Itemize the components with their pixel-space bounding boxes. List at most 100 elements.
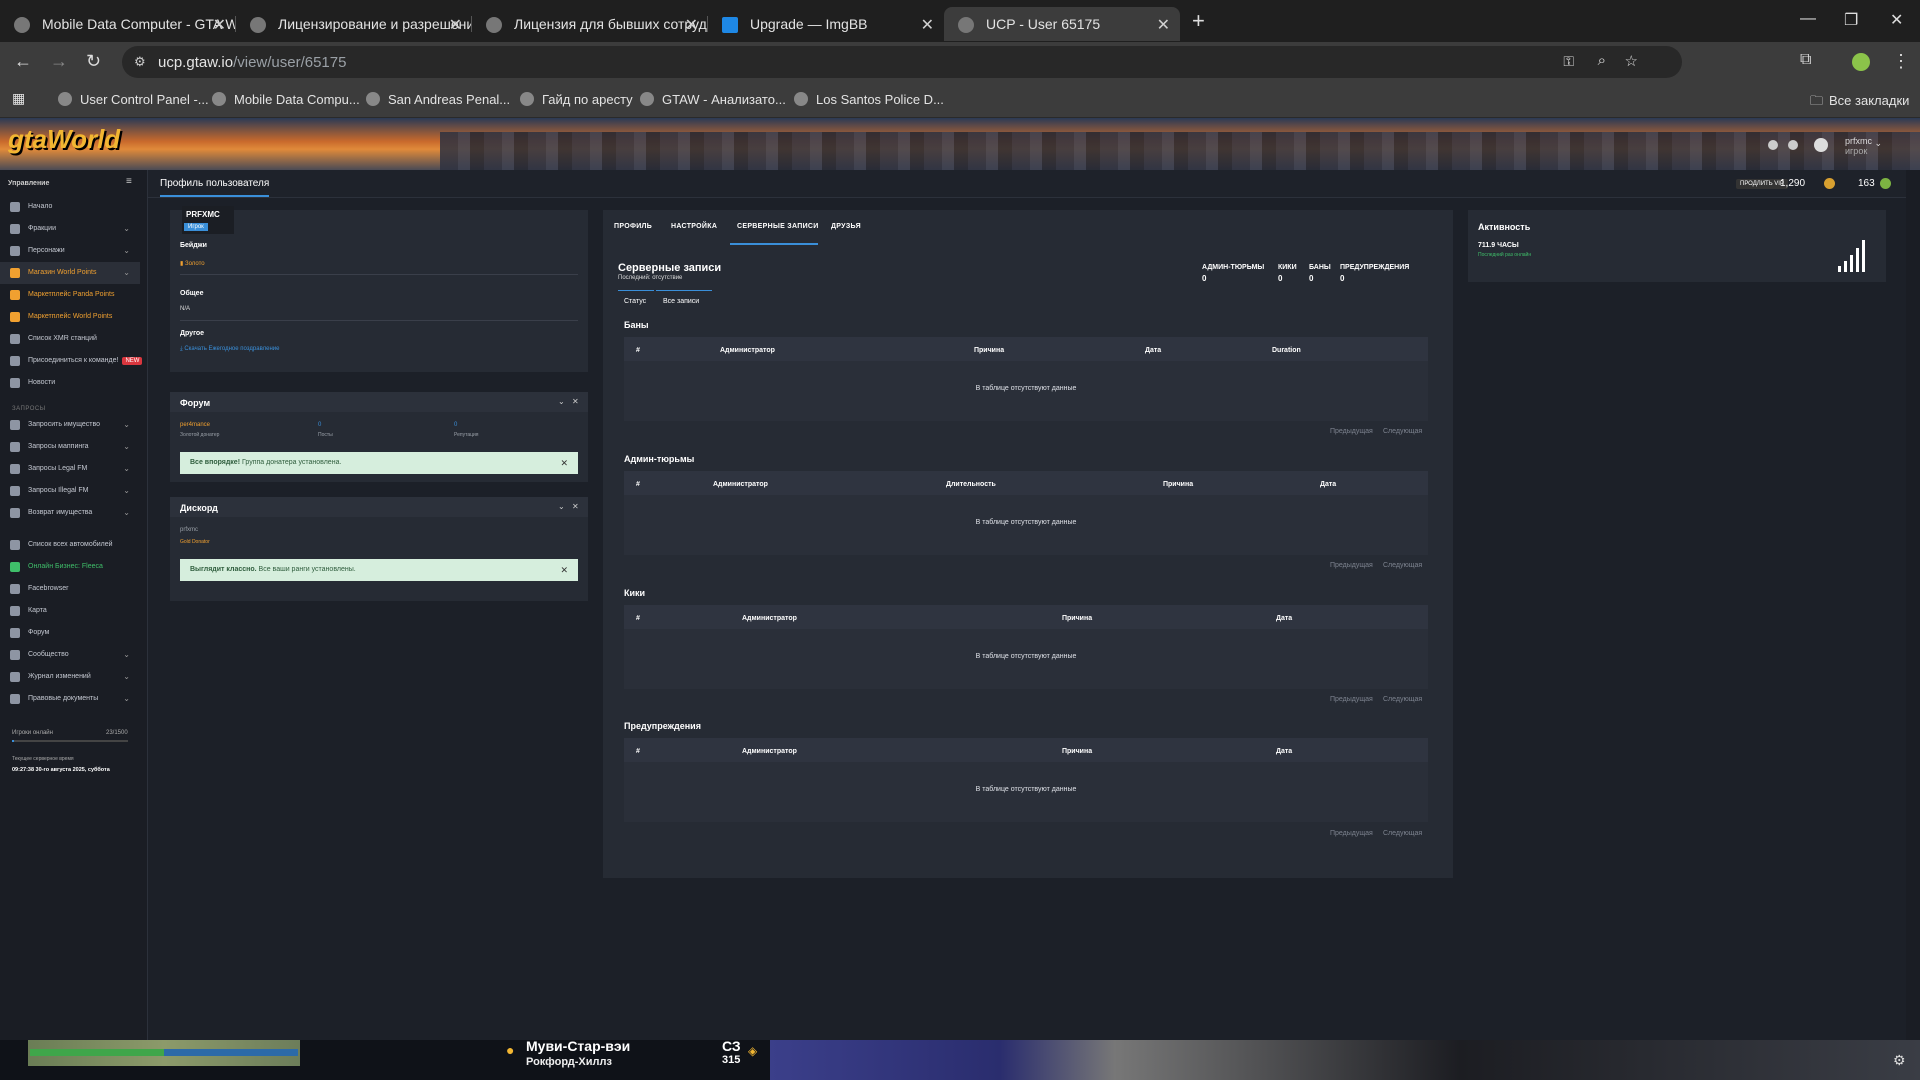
- sidebar-item-facebrowser[interactable]: Facebrowser: [0, 578, 140, 600]
- bookmark-ucp[interactable]: User Control Panel -...: [58, 92, 209, 107]
- sidebar-item-wp-shop[interactable]: Магазин World Points ⌄: [0, 262, 140, 284]
- sidebar-item-home[interactable]: Начало: [0, 196, 140, 218]
- sidebar-item-join-team[interactable]: Присоединиться к команде! NEW: [0, 350, 143, 372]
- close-icon[interactable]: ✕: [572, 397, 579, 406]
- site-info-icon[interactable]: ⚙: [134, 54, 146, 70]
- bookmark-arrest-guide[interactable]: Гайд по аресту: [520, 92, 633, 107]
- chevron-down-icon[interactable]: ⌄: [1874, 138, 1882, 149]
- close-tab-icon[interactable]: ✕: [685, 15, 698, 35]
- col-header[interactable]: Причина: [1163, 481, 1193, 488]
- col-header[interactable]: Duration: [1272, 347, 1301, 354]
- sidebar-item-panda-market[interactable]: Маркетплейс Panda Points: [0, 284, 140, 306]
- profile-avatar[interactable]: [1852, 53, 1870, 71]
- sidebar-item-fleeca[interactable]: Онлайн Бизнес: Fleeca: [0, 556, 140, 578]
- col-header[interactable]: Дата: [1320, 481, 1336, 488]
- forward-icon[interactable]: →: [50, 51, 68, 72]
- browser-tab-imgbb[interactable]: Upgrade — ImgBB ✕: [708, 7, 944, 41]
- col-header[interactable]: #: [636, 347, 640, 354]
- bookmark-mdc[interactable]: Mobile Data Compu...: [212, 92, 360, 107]
- sidebar-item-factions[interactable]: Фракции ⌄: [0, 218, 140, 240]
- col-header[interactable]: #: [636, 481, 640, 488]
- sidebar-item-illegal-fm[interactable]: Запросы Illegal FM ⌄: [0, 480, 140, 502]
- col-header[interactable]: Администратор: [742, 615, 797, 622]
- col-header[interactable]: Причина: [1062, 615, 1092, 622]
- close-tab-icon[interactable]: ✕: [449, 15, 462, 35]
- browser-tab-mdc[interactable]: Mobile Data Computer - GTA W ✕: [0, 7, 236, 41]
- sidebar-item-xmr[interactable]: Список XMR станций: [0, 328, 140, 350]
- all-bookmarks[interactable]: 🗀 Все закладки: [1810, 92, 1909, 114]
- settings-icon[interactable]: [1768, 140, 1778, 150]
- settings-gear-icon[interactable]: ⚙: [1893, 1052, 1906, 1069]
- col-header[interactable]: Причина: [1062, 748, 1092, 755]
- close-icon[interactable]: ✕: [572, 502, 579, 511]
- tab-server-records[interactable]: СЕРВЕРНЫЕ ЗАПИСИ: [737, 223, 819, 230]
- sidebar-item-characters[interactable]: Персонажи ⌄: [0, 240, 140, 262]
- sidebar-item-map[interactable]: Карта: [0, 600, 140, 622]
- menu-kebab-icon[interactable]: ⋮: [1892, 51, 1910, 72]
- extensions-icon[interactable]: ⧉: [1800, 51, 1811, 69]
- notifications-bell-icon[interactable]: [1788, 140, 1798, 150]
- col-header[interactable]: Причина: [974, 347, 1004, 354]
- col-header[interactable]: Длительность: [946, 481, 996, 488]
- tab-settings[interactable]: НАСТРОЙКА: [671, 223, 717, 230]
- restore-icon[interactable]: ❐: [1844, 10, 1858, 30]
- zoom-icon[interactable]: ⌕: [1598, 52, 1606, 69]
- close-window-icon[interactable]: ✕: [1890, 10, 1903, 30]
- prev-page-button[interactable]: Предыдущая: [1330, 562, 1373, 569]
- address-bar[interactable]: ⚙ ucp.gtaw.io/view/user/65175 ⚿ ⌕ ☆: [122, 46, 1682, 78]
- next-page-button[interactable]: Следующая: [1383, 562, 1422, 569]
- col-header[interactable]: Дата: [1276, 748, 1292, 755]
- col-header[interactable]: Дата: [1145, 347, 1161, 354]
- browser-tab-license[interactable]: Лицензия для бывших сотруд ✕: [472, 7, 708, 41]
- sidebar-item-vehicles[interactable]: Список всех автомобилей: [0, 534, 140, 556]
- new-tab-icon[interactable]: +: [1192, 8, 1205, 34]
- user-menu[interactable]: prfxmc игрок: [1845, 136, 1872, 156]
- next-page-button[interactable]: Следующая: [1383, 696, 1422, 703]
- bookmark-penal[interactable]: San Andreas Penal...: [366, 92, 510, 107]
- tab-friends[interactable]: ДРУЗЬЯ: [831, 223, 861, 230]
- sidebar-item-legal-fm[interactable]: Запросы Legal FM ⌄: [0, 458, 140, 480]
- minimize-icon[interactable]: —: [1800, 10, 1816, 28]
- sidebar-item-legal-docs[interactable]: Правовые документы ⌄: [0, 688, 140, 710]
- bookmark-analyzer[interactable]: GTAW - Анализато...: [640, 92, 786, 107]
- apps-grid-icon[interactable]: ▦: [12, 90, 25, 107]
- collapse-icon[interactable]: ⌄: [558, 397, 565, 406]
- col-header[interactable]: #: [636, 615, 640, 622]
- sidebar-item-request-property[interactable]: Запросить имущество ⌄: [0, 414, 140, 436]
- sidebar-item-changelog[interactable]: Журнал изменений ⌄: [0, 666, 140, 688]
- col-header[interactable]: #: [636, 748, 640, 755]
- page-scrollbar[interactable]: [1906, 170, 1920, 1040]
- next-page-button[interactable]: Следующая: [1383, 830, 1422, 837]
- browser-tab-ucp[interactable]: UCP - User 65175 ✕: [944, 7, 1180, 41]
- col-header[interactable]: Администратор: [720, 347, 775, 354]
- gtaw-logo[interactable]: gtaWorld: [8, 124, 120, 155]
- bookmark-star-icon[interactable]: ☆: [1625, 52, 1638, 70]
- reload-icon[interactable]: ↻: [86, 51, 101, 72]
- close-tab-icon[interactable]: ✕: [1157, 15, 1170, 35]
- forum-username[interactable]: per4mance: [180, 422, 210, 428]
- back-icon[interactable]: ←: [14, 51, 32, 72]
- prev-page-button[interactable]: Предыдущая: [1330, 830, 1373, 837]
- bookmark-lspd[interactable]: Los Santos Police D...: [794, 92, 944, 107]
- browser-tab-licensing[interactable]: Лицензирование и разрешени ✕: [236, 7, 472, 41]
- collapse-icon[interactable]: ⌄: [558, 502, 565, 511]
- prev-page-button[interactable]: Предыдущая: [1330, 428, 1373, 435]
- close-tab-icon[interactable]: ✕: [921, 15, 934, 35]
- subtab-status[interactable]: Статус: [624, 298, 646, 305]
- prev-page-button[interactable]: Предыдущая: [1330, 696, 1373, 703]
- download-greeting-link[interactable]: ⤓ Скачать Ежегодное поздравление: [180, 346, 279, 353]
- sidebar-item-refund[interactable]: Возврат имущества ⌄: [0, 502, 140, 524]
- hamburger-icon[interactable]: ≡: [126, 176, 132, 187]
- col-header[interactable]: Дата: [1276, 615, 1292, 622]
- sidebar-item-news[interactable]: Новости: [0, 372, 140, 394]
- password-key-icon[interactable]: ⚿: [1563, 53, 1574, 70]
- close-tab-icon[interactable]: ✕: [213, 15, 226, 35]
- col-header[interactable]: Администратор: [742, 748, 797, 755]
- close-alert-icon[interactable]: ✕: [560, 452, 568, 474]
- sidebar-item-mapping[interactable]: Запросы маппинга ⌄: [0, 436, 140, 458]
- user-avatar[interactable]: [1814, 138, 1828, 152]
- tab-profile[interactable]: ПРОФИЛЬ: [614, 223, 652, 230]
- col-header[interactable]: Администратор: [713, 481, 768, 488]
- sidebar-item-wp-market[interactable]: Маркетплейс World Points: [0, 306, 140, 328]
- next-page-button[interactable]: Следующая: [1383, 428, 1422, 435]
